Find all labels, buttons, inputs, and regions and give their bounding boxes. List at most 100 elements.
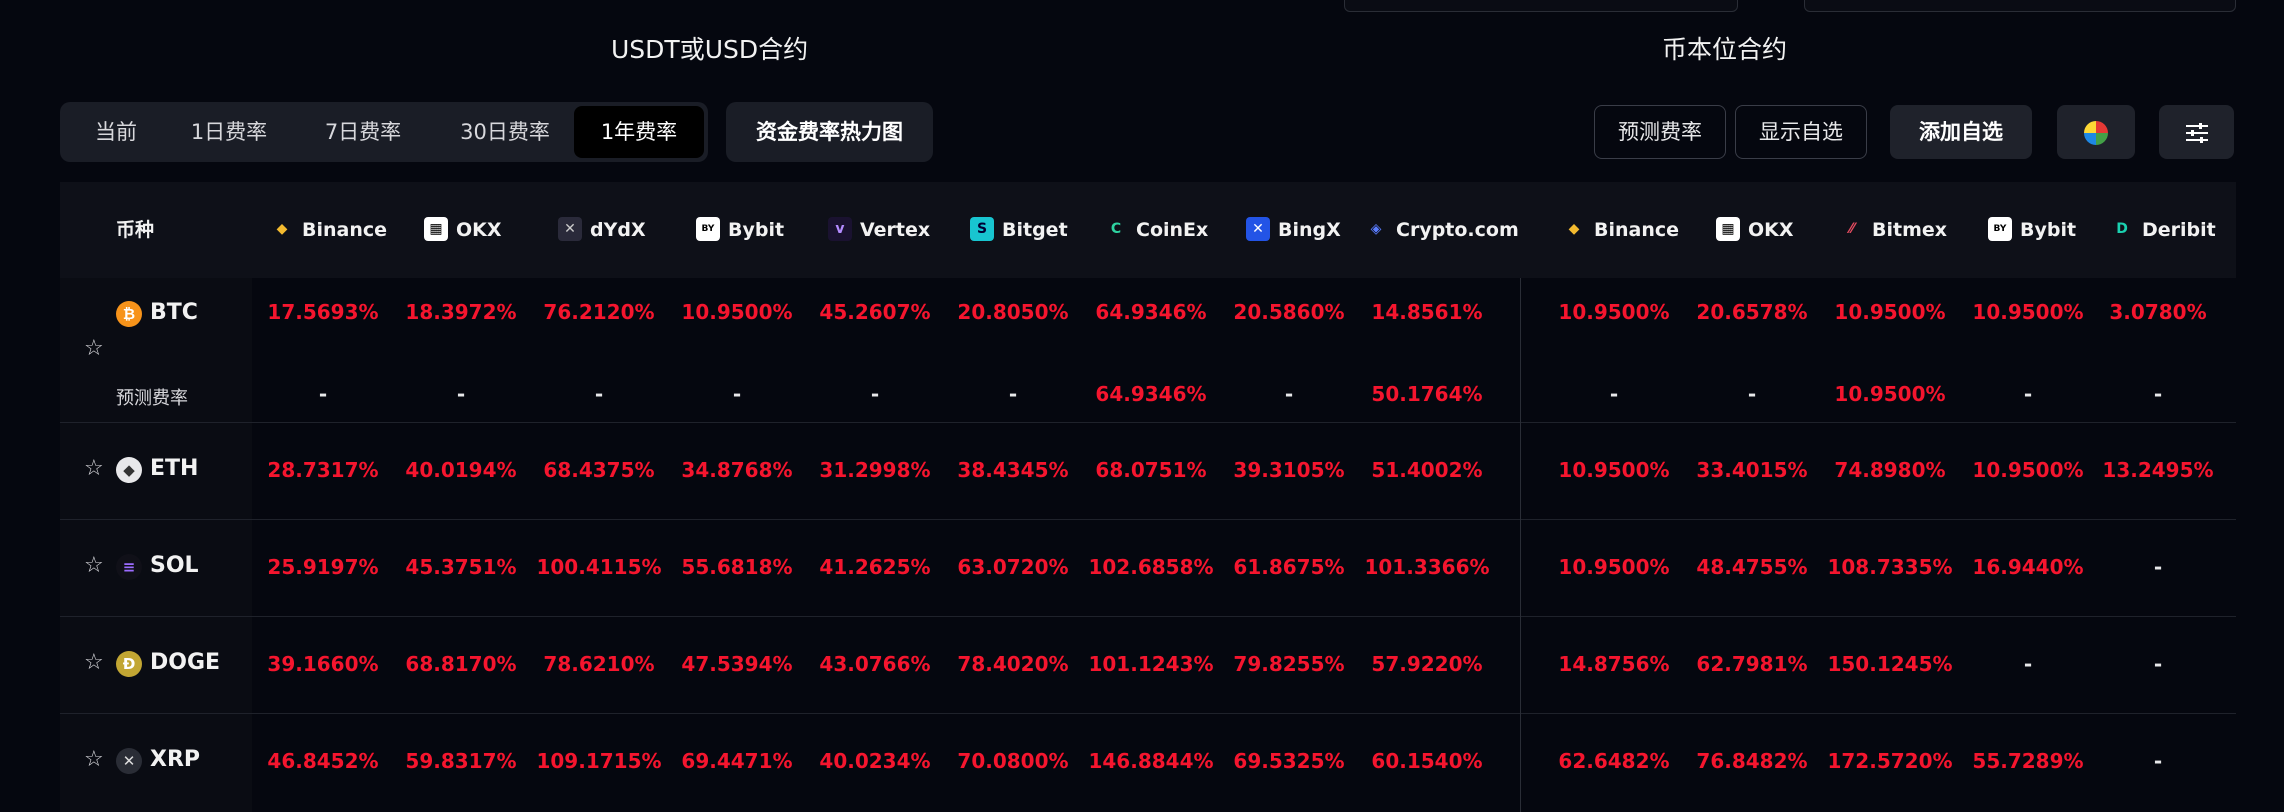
header-coinex[interactable]: C CoinEx [1104, 182, 1208, 278]
coin-symbol[interactable]: DOGE [150, 650, 220, 675]
header-bitget[interactable]: S Bitget [970, 182, 1068, 278]
predicted-rate-cell: - [1609, 382, 1619, 406]
header-binance-label: Binance [302, 219, 388, 241]
rate-cell: 43.0766% [819, 652, 931, 676]
header-coin-deribit[interactable]: D Deribit [2110, 182, 2216, 278]
predicted-rate-cell: - [2153, 382, 2163, 406]
header-dydx[interactable]: ✕ dYdX [558, 182, 646, 278]
okx-icon: ▦ [1716, 216, 1740, 241]
coin-symbol[interactable]: SOL [150, 553, 199, 578]
predicted-rate-cell: - [594, 382, 604, 406]
rate-cell: 34.8768% [681, 458, 793, 482]
okx-icon: ▦ [424, 216, 448, 241]
rate-cell: 10.9500% [1558, 555, 1670, 579]
rate-cell: 102.6858% [1088, 555, 1214, 579]
predicted-rate-cell: - [456, 382, 466, 406]
rate-cell: 63.0720% [957, 555, 1069, 579]
vertex-icon: v [828, 216, 852, 241]
header-bingx[interactable]: ✕ BingX [1246, 182, 1341, 278]
bingx-icon: ✕ [1246, 216, 1270, 241]
tab-1-day[interactable]: 1日费率 [172, 106, 286, 158]
rate-cell: 76.2120% [543, 300, 655, 324]
binance-icon: ◆ [1568, 220, 1580, 237]
tab-current[interactable]: 当前 [80, 106, 152, 158]
favorite-star-icon[interactable]: ☆ [84, 336, 104, 361]
tab-1-year[interactable]: 1年费率 [574, 106, 704, 158]
xrp-icon: ✕ [116, 748, 142, 774]
rate-cell: 51.4002% [1371, 458, 1483, 482]
rate-cell: 62.6482% [1558, 749, 1670, 773]
sliders-icon [2185, 123, 2208, 143]
header-coin-bybit[interactable]: BY Bybit [1988, 182, 2076, 278]
rate-cell: 55.7289% [1972, 749, 2084, 773]
rate-cell: 10.9500% [1972, 458, 2084, 482]
rate-cell: 68.8170% [405, 652, 517, 676]
top-filter-box-left[interactable] [1344, 0, 1738, 12]
header-bingx-label: BingX [1278, 219, 1341, 241]
rate-cell: 13.2495% [2102, 458, 2214, 482]
rate-cell: 61.8675% [1233, 555, 1345, 579]
rate-cell: 68.0751% [1095, 458, 1207, 482]
rate-cell: 16.9440% [1972, 555, 2084, 579]
coin-symbol[interactable]: XRP [150, 747, 200, 772]
header-cryptocom-label: Crypto.com [1396, 219, 1519, 241]
header-okx[interactable]: ▦ OKX [424, 182, 502, 278]
coin-symbol[interactable]: BTC [150, 300, 198, 325]
top-filter-box-right[interactable] [1804, 0, 2236, 12]
rate-cell: 101.3366% [1364, 555, 1490, 579]
header-dydx-label: dYdX [590, 219, 646, 241]
rates-table-body: ☆ ₿ BTC 17.5693% 18.3972% 76.2120% 10.9500% 45.… [60, 278, 2236, 812]
header-coin-binance[interactable]: ◆ Binance [1562, 182, 1679, 278]
usdt-section-title: USDT或USD合约 [611, 35, 809, 64]
rate-cell: 39.3105% [1233, 458, 1345, 482]
rate-cell: - [2153, 652, 2163, 676]
predicted-rate-cell: 10.9500% [1834, 382, 1946, 406]
header-coin-okx[interactable]: ▦ OKX [1716, 182, 1794, 278]
rate-cell: 10.9500% [1558, 458, 1670, 482]
favorite-star-icon[interactable]: ☆ [84, 747, 104, 772]
rate-cell: - [2153, 749, 2163, 773]
rate-cell: 109.1715% [536, 749, 662, 773]
favorite-star-icon[interactable]: ☆ [84, 650, 104, 675]
settings-button[interactable] [2159, 105, 2234, 159]
rate-cell: 68.4375% [543, 458, 655, 482]
heatmap-button[interactable]: 资金费率热力图 [726, 102, 933, 162]
deribit-icon: D [2116, 220, 2128, 237]
rate-cell: 40.0194% [405, 458, 517, 482]
bitmex-icon: ⁄⁄ [1849, 220, 1855, 237]
rate-cell: 69.4471% [681, 749, 793, 773]
header-coin-okx-label: OKX [1748, 219, 1794, 241]
header-vertex[interactable]: v Vertex [828, 182, 930, 278]
row-separator [60, 519, 2236, 520]
rate-cell: 76.8482% [1696, 749, 1808, 773]
favorite-star-icon[interactable]: ☆ [84, 456, 104, 481]
rate-cell: 57.9220% [1371, 652, 1483, 676]
header-bybit[interactable]: BY Bybit [696, 182, 784, 278]
favorite-star-icon[interactable]: ☆ [84, 553, 104, 578]
rate-cell: - [2153, 555, 2163, 579]
tab-30-day[interactable]: 30日费率 [440, 106, 570, 158]
predicted-rate-button[interactable]: 预测费率 [1594, 105, 1726, 159]
coin-symbol[interactable]: ETH [150, 456, 198, 481]
rate-cell: 60.1540% [1371, 749, 1483, 773]
cryptocom-icon: ◈ [1370, 220, 1382, 237]
predicted-rate-cell: - [2023, 382, 2033, 406]
bybit-icon: BY [696, 216, 720, 241]
rate-cell: 20.8050% [957, 300, 1069, 324]
period-tab-bar: 当前 1日费率 7日费率 30日费率 1年费率 [60, 102, 708, 162]
rate-cell: 150.1245% [1827, 652, 1953, 676]
rate-cell: 14.8561% [1371, 300, 1483, 324]
header-binance[interactable]: ◆ Binance [270, 182, 387, 278]
add-watchlist-button[interactable]: 添加自选 [1890, 105, 2032, 159]
show-watchlist-button[interactable]: 显示自选 [1735, 105, 1867, 159]
rate-cell: 41.2625% [819, 555, 931, 579]
header-coin-bitmex[interactable]: ⁄⁄ Bitmex [1840, 182, 1947, 278]
rate-cell: 108.7335% [1827, 555, 1953, 579]
row-separator [60, 616, 2236, 617]
rate-cell: 74.8980% [1834, 458, 1946, 482]
rate-cell: 172.5720% [1827, 749, 1953, 773]
predicted-rate-label: 预测费率 [116, 388, 188, 409]
color-theme-button[interactable] [2057, 105, 2135, 159]
header-cryptocom[interactable]: ◈ Crypto.com [1364, 182, 1519, 278]
tab-7-day[interactable]: 7日费率 [306, 106, 420, 158]
